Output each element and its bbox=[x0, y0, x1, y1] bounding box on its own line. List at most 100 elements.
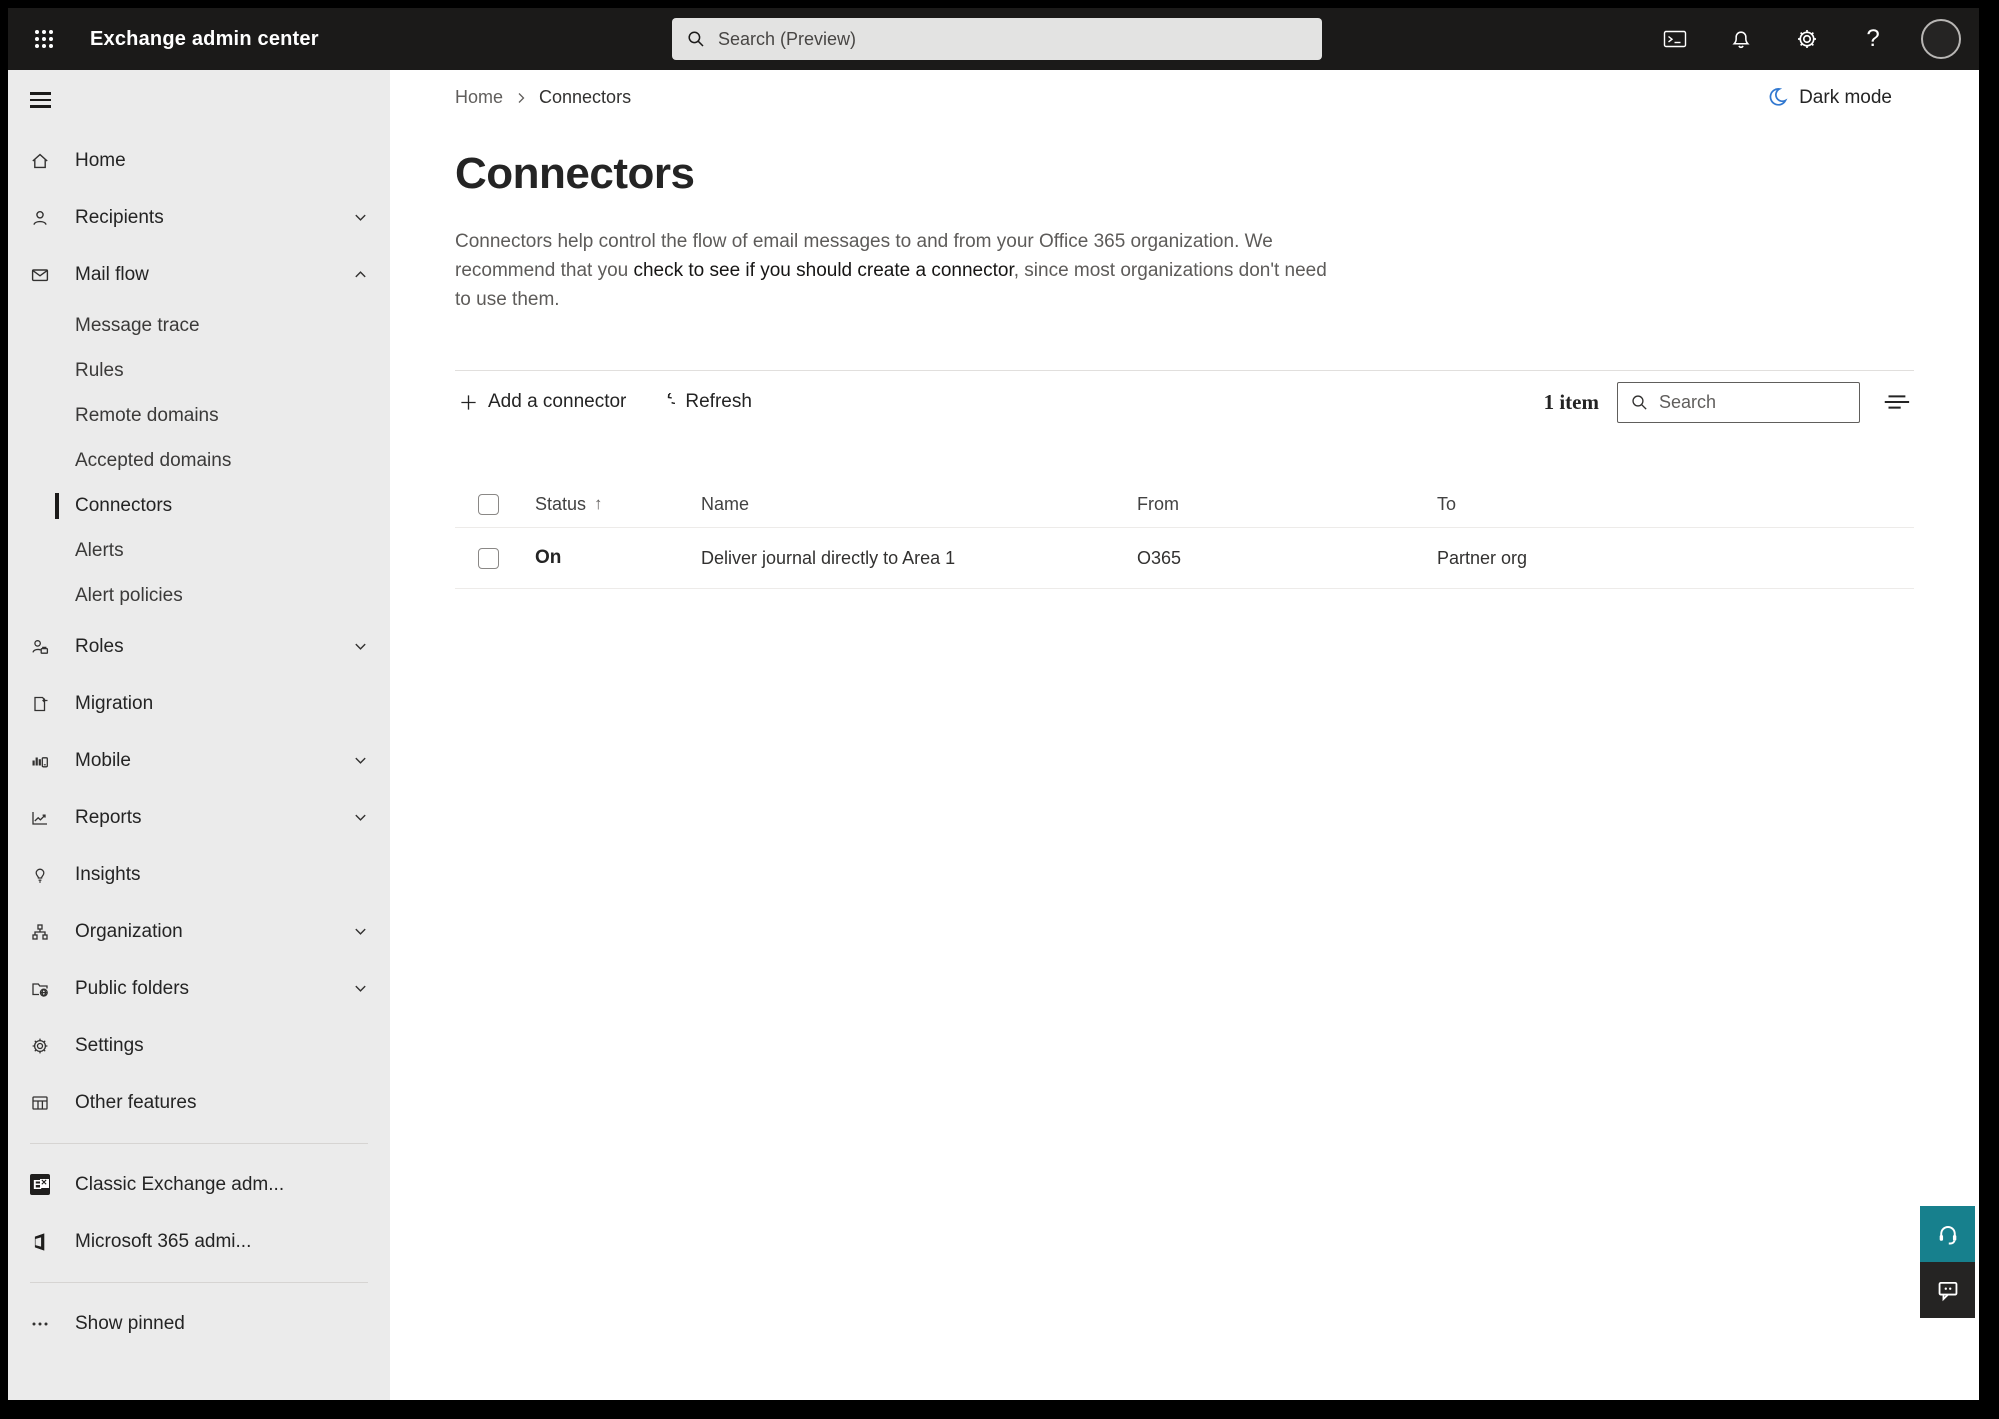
sidebar-item-remote-domains[interactable]: Remote domains bbox=[8, 393, 390, 438]
sidebar-item-label: Migration bbox=[75, 692, 154, 714]
sidebar-item-accepted-domains[interactable]: Accepted domains bbox=[8, 438, 390, 483]
sidebar-item-roles[interactable]: Roles bbox=[8, 618, 390, 675]
sidebar-item-reports[interactable]: Reports bbox=[8, 789, 390, 846]
page-title: Connectors bbox=[455, 149, 695, 198]
breadcrumb-current: Connectors bbox=[539, 87, 632, 107]
column-header-to[interactable]: To bbox=[1437, 494, 1914, 515]
page-description: Connectors help control the flow of emai… bbox=[455, 227, 1335, 314]
add-connector-button[interactable]: Add a connector bbox=[455, 385, 630, 419]
sidebar-item-label: Microsoft 365 admi... bbox=[75, 1230, 252, 1252]
sidebar-item-organization[interactable]: Organization bbox=[8, 903, 390, 960]
chevron-right-icon bbox=[518, 92, 525, 103]
feedback-chat-icon[interactable] bbox=[1920, 1262, 1975, 1318]
sidebar-item-connectors[interactable]: Connectors bbox=[8, 483, 390, 528]
list-search-input[interactable] bbox=[1659, 391, 1847, 413]
sidebar-item-settings[interactable]: Settings bbox=[8, 1017, 390, 1074]
main-content: Home Connectors Dark mode Connectors Con… bbox=[390, 70, 1979, 1400]
topbar-actions: ? bbox=[1657, 19, 1961, 59]
sidebar-item-label: Mobile bbox=[75, 749, 131, 771]
person-briefcase-icon bbox=[30, 637, 50, 657]
bell-icon[interactable] bbox=[1723, 21, 1759, 57]
sidebar-item-recipients[interactable]: Recipients bbox=[8, 189, 390, 246]
table-row[interactable]: On Deliver journal directly to Area 1 O3… bbox=[455, 528, 1914, 589]
connectors-table: Status ↑ Name From To On Deliver journal… bbox=[455, 481, 1914, 589]
global-search-box bbox=[672, 18, 1322, 60]
sidebar-item-label: Reports bbox=[75, 806, 142, 828]
line-chart-icon bbox=[30, 808, 50, 828]
sort-ascending-icon: ↑ bbox=[594, 494, 603, 513]
sidebar-item-alerts[interactable]: Alerts bbox=[8, 528, 390, 573]
chevron-down-icon bbox=[353, 810, 368, 825]
help-icon[interactable]: ? bbox=[1855, 21, 1891, 57]
person-icon bbox=[30, 208, 50, 228]
breadcrumb-home-link[interactable]: Home bbox=[455, 87, 503, 108]
sidebar-item-other-features[interactable]: Other features bbox=[8, 1074, 390, 1131]
chevron-up-icon bbox=[353, 267, 368, 282]
hamburger-icon[interactable] bbox=[30, 88, 58, 112]
sidebar-item-public-folders[interactable]: Public folders bbox=[8, 960, 390, 1017]
document-arrow-icon bbox=[30, 694, 50, 714]
global-search-input[interactable] bbox=[718, 28, 1308, 50]
sidebar-item-label: Remote domains bbox=[75, 404, 219, 426]
sidebar-item-classic-exchange[interactable]: E ✕ Classic Exchange adm... bbox=[8, 1156, 390, 1213]
filter-icon[interactable] bbox=[1878, 384, 1914, 420]
chevron-down-icon bbox=[353, 210, 368, 225]
avatar[interactable] bbox=[1921, 19, 1961, 59]
sidebar-divider bbox=[30, 1282, 368, 1283]
selected-indicator bbox=[55, 492, 59, 519]
sidebar-item-label: Alert policies bbox=[75, 584, 183, 606]
item-count: 1 item bbox=[1543, 389, 1599, 414]
exchange-logo-icon: E ✕ bbox=[30, 1174, 50, 1195]
gear-icon[interactable] bbox=[1789, 21, 1825, 57]
dark-mode-toggle[interactable]: Dark mode bbox=[1766, 86, 1914, 109]
sidebar-item-label: Public folders bbox=[75, 977, 190, 999]
row-checkbox[interactable] bbox=[478, 547, 499, 569]
row-to: Partner org bbox=[1437, 547, 1528, 568]
sidebar-item-mail-flow[interactable]: Mail flow bbox=[8, 246, 390, 303]
chevron-down-icon bbox=[353, 924, 368, 939]
table-header-row: Status ↑ Name From To bbox=[455, 481, 1914, 528]
sidebar-item-label: Show pinned bbox=[75, 1312, 185, 1334]
select-all-checkbox[interactable] bbox=[478, 493, 499, 515]
moon-icon bbox=[1769, 88, 1788, 106]
sidebar-item-microsoft-365[interactable]: Microsoft 365 admi... bbox=[8, 1213, 390, 1270]
envelope-icon bbox=[30, 265, 50, 285]
sidebar-item-migration[interactable]: Migration bbox=[8, 675, 390, 732]
floating-actions bbox=[1920, 1206, 1975, 1318]
sidebar-item-label: Classic Exchange adm... bbox=[75, 1173, 285, 1195]
sidebar: Home Recipients Mail flow Message trace … bbox=[8, 70, 390, 1400]
org-chart-icon bbox=[30, 922, 50, 942]
app-shell: Home Recipients Mail flow Message trace … bbox=[8, 70, 1979, 1400]
refresh-button[interactable]: Refresh bbox=[652, 385, 756, 419]
sidebar-divider bbox=[30, 1143, 368, 1144]
column-header-status[interactable]: Status ↑ bbox=[535, 494, 701, 515]
sidebar-item-home[interactable]: Home bbox=[8, 132, 390, 189]
row-name-link[interactable]: Deliver journal directly to Area 1 bbox=[701, 548, 1137, 569]
refresh-icon bbox=[668, 392, 676, 404]
sidebar-item-insights[interactable]: Insights bbox=[8, 846, 390, 903]
sidebar-item-alert-policies[interactable]: Alert policies bbox=[8, 573, 390, 618]
sidebar-item-label: Roles bbox=[75, 635, 124, 657]
app-title: Exchange admin center bbox=[90, 27, 319, 50]
column-header-from[interactable]: From bbox=[1137, 494, 1437, 515]
top-bar: Exchange admin center Search (Preview) ? bbox=[8, 8, 1979, 70]
list-toolbar: Add a connector Refresh 1 item bbox=[455, 371, 1914, 433]
search-icon bbox=[1632, 394, 1647, 410]
app-launcher-icon[interactable] bbox=[22, 17, 66, 61]
row-status: On bbox=[535, 547, 562, 568]
sidebar-item-label: Home bbox=[75, 149, 126, 171]
sidebar-item-label: Recipients bbox=[75, 206, 164, 228]
sidebar-item-label: Insights bbox=[75, 863, 141, 885]
sidebar-item-mobile[interactable]: Mobile bbox=[8, 732, 390, 789]
microsoft-365-logo-icon bbox=[30, 1232, 50, 1252]
chevron-down-icon bbox=[353, 753, 368, 768]
terminal-icon[interactable] bbox=[1657, 21, 1693, 57]
sidebar-item-show-pinned[interactable]: Show pinned bbox=[8, 1295, 390, 1352]
sidebar-item-label: Organization bbox=[75, 920, 183, 942]
support-headset-icon[interactable] bbox=[1920, 1206, 1975, 1262]
sidebar-item-message-trace[interactable]: Message trace bbox=[8, 303, 390, 348]
column-header-name[interactable]: Name bbox=[701, 494, 1137, 515]
create-connector-check-link[interactable]: check to see if you should create a conn… bbox=[633, 260, 1013, 281]
sidebar-item-rules[interactable]: Rules bbox=[8, 348, 390, 393]
sidebar-item-label: Message trace bbox=[75, 314, 200, 336]
